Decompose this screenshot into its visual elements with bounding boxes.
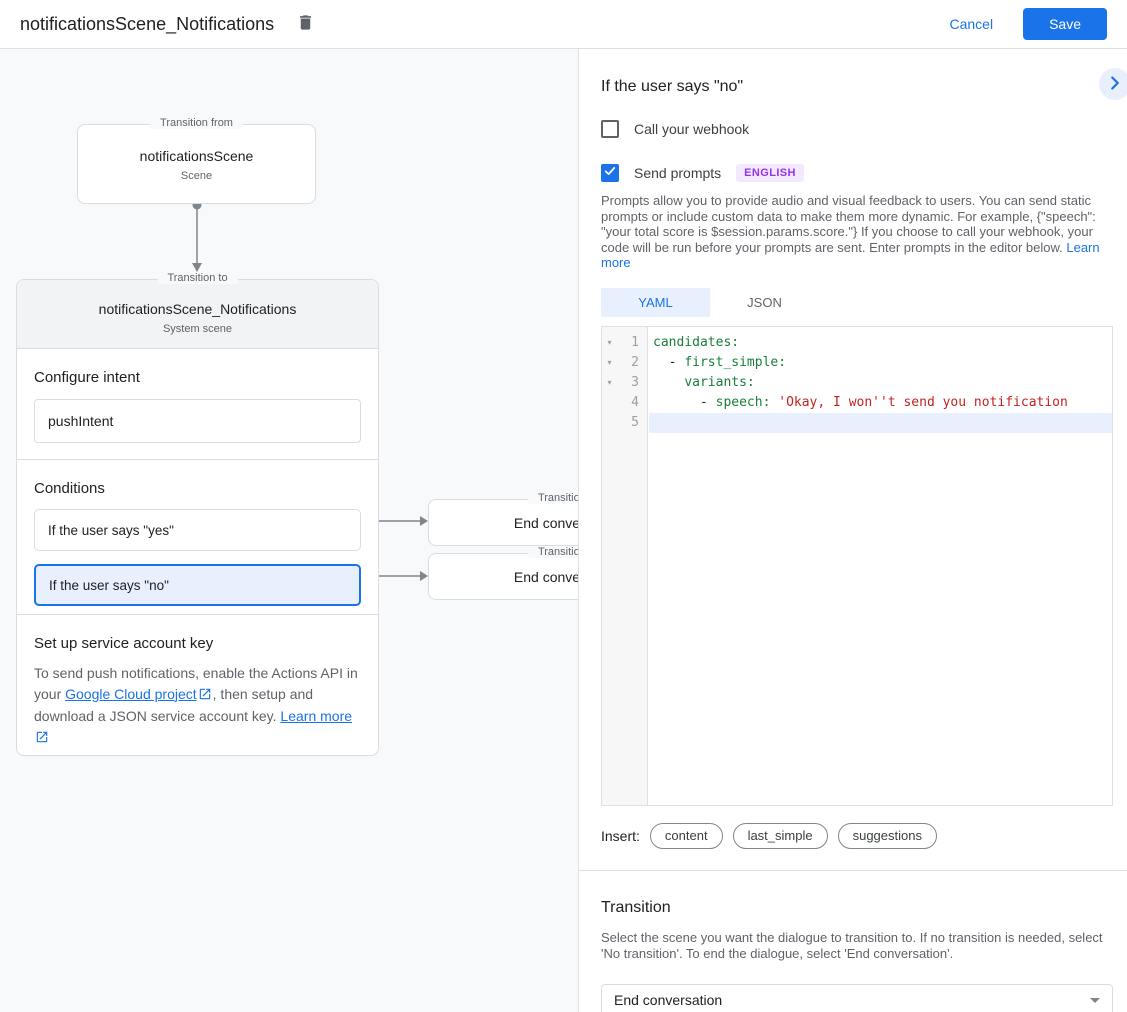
service-account-section: Set up service account key To send push …: [17, 615, 378, 749]
yaml-plain: -: [653, 355, 684, 370]
top-bar: notificationsScene_Notifications Cancel …: [0, 0, 1127, 49]
end-node-label: Transition to: [528, 492, 578, 504]
transition-heading: Transition: [601, 899, 1113, 917]
condition-item-no[interactable]: If the user says "no": [34, 564, 361, 606]
page-title: notificationsScene_Notifications: [20, 14, 274, 35]
end-node-title: End conversation: [514, 515, 578, 531]
end-conversation-node-no[interactable]: Transition to End conversation: [428, 553, 578, 600]
save-button[interactable]: Save: [1023, 8, 1107, 40]
code-line: - speech: 'Okay, I won''t send you notif…: [649, 393, 1112, 413]
scene-card-header: Transition to notificationsScene_Notific…: [17, 280, 378, 349]
editor-format-tabs: YAML JSON: [601, 288, 1113, 317]
insert-label: Insert:: [601, 828, 640, 844]
editor-code-area[interactable]: candidates: - first_simple: variants: - …: [649, 327, 1112, 805]
send-prompts-row: Send prompts ENGLISH: [601, 164, 1113, 182]
prompts-description: Prompts allow you to provide audio and v…: [601, 193, 1113, 271]
service-account-heading: Set up service account key: [34, 635, 361, 652]
editor-gutter: ▾1 ▾2 ▾3 4 5: [602, 327, 648, 805]
send-prompts-label: Send prompts: [634, 165, 721, 181]
delete-scene-button[interactable]: [292, 9, 319, 39]
panel-divider: [579, 870, 1127, 871]
launch-icon: [35, 729, 49, 750]
code-line-active: [649, 413, 1112, 433]
from-scene-name: notificationsScene: [78, 148, 315, 164]
cancel-button[interactable]: Cancel: [949, 16, 993, 32]
configure-intent-heading: Configure intent: [34, 369, 361, 386]
transition-select[interactable]: End conversation: [601, 984, 1113, 1012]
code-line: - first_simple:: [649, 353, 1112, 373]
line-number: 4: [617, 395, 647, 410]
insert-chip-suggestions[interactable]: suggestions: [838, 823, 937, 849]
prompts-description-text: Prompts allow you to provide audio and v…: [601, 193, 1096, 255]
scene-card-title: notificationsScene_Notifications: [17, 280, 378, 317]
language-badge: ENGLISH: [736, 164, 804, 182]
scene-card: Transition to notificationsScene_Notific…: [16, 279, 379, 756]
line-number: 2: [617, 355, 647, 370]
transition-from-label: Transition from: [150, 117, 243, 129]
line-number: 5: [617, 415, 647, 430]
insert-row: Insert: content last_simple suggestions: [601, 823, 1113, 849]
conditions-section: Conditions If the user says "yes" If the…: [17, 460, 378, 615]
learn-more-link[interactable]: Learn more: [280, 708, 352, 724]
panel-title: If the user says "no": [601, 78, 1113, 96]
configure-intent-section: Configure intent pushIntent: [17, 349, 378, 460]
call-webhook-checkbox[interactable]: [601, 120, 619, 138]
webhook-row: Call your webhook: [601, 120, 1113, 138]
transition-select-value: End conversation: [614, 992, 722, 1008]
code-line: variants:: [649, 373, 1112, 393]
yaml-plain: [653, 375, 684, 390]
fold-toggle-icon[interactable]: ▾: [602, 338, 617, 347]
code-line: candidates:: [649, 333, 1112, 353]
tab-json[interactable]: JSON: [710, 288, 819, 317]
end-conversation-node-yes[interactable]: Transition to End conversation: [428, 499, 578, 546]
send-prompts-checkbox[interactable]: [601, 164, 619, 182]
trash-icon: [296, 13, 315, 35]
tab-yaml[interactable]: YAML: [601, 288, 710, 317]
scene-flow-canvas: Transition from notificationsScene Scene…: [0, 49, 578, 1012]
scene-card-type: System scene: [17, 323, 378, 335]
chevron-down-icon: [1090, 998, 1100, 1003]
yaml-plain: -: [653, 395, 716, 410]
launch-icon: [198, 686, 212, 707]
fold-toggle-icon[interactable]: ▾: [602, 378, 617, 387]
fold-toggle-icon[interactable]: ▾: [602, 358, 617, 367]
check-icon: [603, 164, 617, 183]
from-scene-type: Scene: [78, 170, 315, 182]
intent-item-pushintent[interactable]: pushIntent: [34, 399, 361, 443]
google-cloud-project-link[interactable]: Google Cloud project: [65, 686, 197, 702]
line-number: 1: [617, 335, 647, 350]
service-account-text: To send push notifications, enable the A…: [34, 663, 361, 749]
condition-detail-panel: If the user says "no" Call your webhook …: [578, 49, 1127, 1012]
insert-chip-content[interactable]: content: [650, 823, 723, 849]
end-node-label: Transition to: [528, 546, 578, 558]
yaml-key: variants:: [684, 375, 754, 390]
yaml-key: first_simple:: [684, 355, 786, 370]
condition-item-yes[interactable]: If the user says "yes": [34, 509, 361, 551]
yaml-string: 'Okay, I won''t send you notification: [778, 395, 1068, 410]
prompt-code-editor[interactable]: ▾1 ▾2 ▾3 4 5 candidates: - first_simple:…: [601, 326, 1113, 806]
yaml-key: candidates:: [653, 335, 739, 350]
transition-description: Select the scene you want the dialogue t…: [601, 930, 1113, 962]
conditions-heading: Conditions: [34, 480, 361, 497]
main-area: Transition from notificationsScene Scene…: [0, 49, 1127, 1012]
transition-from-node[interactable]: Transition from notificationsScene Scene: [77, 124, 316, 204]
call-webhook-label: Call your webhook: [634, 121, 749, 137]
collapse-panel-button[interactable]: [1099, 68, 1127, 100]
yaml-key: speech:: [716, 395, 779, 410]
transition-to-label: Transition to: [157, 272, 237, 284]
line-number: 3: [617, 375, 647, 390]
end-node-title: End conversation: [514, 569, 578, 585]
insert-chip-last-simple[interactable]: last_simple: [733, 823, 828, 849]
chevron-right-icon: [1104, 72, 1126, 97]
